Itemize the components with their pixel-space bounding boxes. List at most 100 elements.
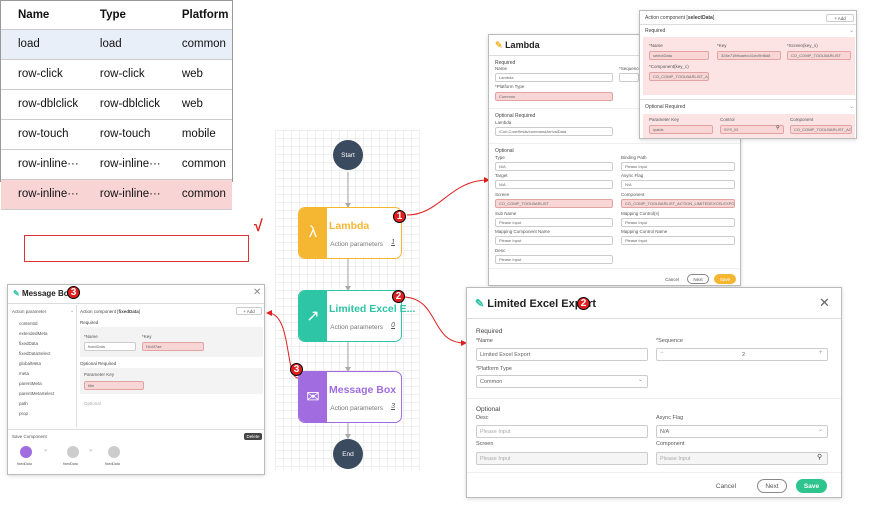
label: *Screen(key_s) (787, 43, 818, 48)
sidebar-item[interactable]: contentId (19, 321, 38, 326)
name-input[interactable]: selectData (649, 51, 709, 60)
platform-select[interactable]: Common (476, 375, 648, 388)
select-data-dialog: Action component [selectData] + Add Requ… (639, 10, 857, 139)
label: Component (621, 192, 645, 197)
save-component-label: Save Component (12, 434, 47, 439)
chevron-down-icon[interactable]: ⌄ (849, 27, 854, 34)
node-param-count[interactable]: 1 (391, 239, 395, 246)
binding-path-input[interactable]: Please Input (621, 162, 735, 171)
sidebar-item[interactable]: extendedMeta (19, 331, 48, 336)
chevron-down-icon[interactable]: ⌄ (818, 426, 823, 433)
label: *Component(key_c) (649, 64, 689, 69)
badge-3-inline: 3 (67, 286, 80, 299)
column-header: Control (720, 117, 735, 122)
close-icon[interactable]: ✕ (819, 295, 830, 311)
end-node[interactable]: End (333, 439, 363, 469)
badge-1: 1 (393, 210, 406, 223)
node-title: Limited Excel E... (329, 303, 416, 315)
sequence-input[interactable] (619, 73, 639, 82)
node-param-count[interactable]: 0 (391, 322, 395, 329)
label: Target (495, 173, 508, 178)
mapping-component-name-input[interactable]: Please Input (495, 236, 613, 245)
label: Desc (495, 248, 506, 253)
save-button[interactable]: Save (714, 274, 736, 284)
component-input[interactable]: Please Input (656, 452, 828, 465)
cancel-button[interactable]: Cancel (711, 479, 741, 493)
sidebar-item[interactable]: parentMeta (19, 381, 42, 386)
mapping-control-name-input[interactable]: Please Input (621, 236, 735, 245)
start-node[interactable]: Start (333, 140, 363, 170)
label: Async Flag (621, 173, 644, 178)
excel-node[interactable]: ↗ Limited Excel E... Action parameters 0 (298, 290, 415, 342)
component-input[interactable]: CO_COMP_TOOLBARLIST_ACTION_LIMITEDEXCELE… (621, 199, 735, 208)
close-icon[interactable]: ✕ (253, 287, 261, 298)
name-input[interactable]: Limited Excel Export (476, 348, 648, 361)
screen-input[interactable]: CO_COMP_TOOLBARLIST (495, 199, 613, 208)
node-params-label: Action parameters (330, 324, 383, 331)
screen-key-input[interactable]: CO_COMP_TOOLBARLIST (787, 51, 851, 60)
message-node[interactable]: ✉ Message Box Action parameters 3 (298, 371, 402, 423)
target-select[interactable]: N/A (495, 180, 613, 189)
chip-label: fixedData (105, 462, 120, 466)
cancel-button[interactable]: Cancel (661, 274, 683, 284)
parameter-key-input[interactable]: ipaids (649, 125, 713, 134)
async-flag-select[interactable]: N/A (656, 425, 828, 438)
label: Lambda (495, 120, 512, 125)
subname-input[interactable]: Please Input (495, 218, 613, 227)
lambda-node[interactable]: λ Lambda Action parameters 1 (298, 207, 402, 259)
delete-button[interactable]: Delete (244, 433, 262, 440)
column-header: Component (790, 117, 814, 122)
sidebar-item[interactable]: prop (19, 411, 28, 416)
section-optional-required: Optional Required (645, 104, 686, 110)
component-chip[interactable] (67, 446, 79, 458)
search-icon[interactable]: ⚲ (817, 453, 822, 461)
component-chip-active[interactable] (20, 446, 32, 458)
add-button[interactable]: + Add (236, 307, 262, 315)
mapping-controls-input[interactable]: Please Input (621, 218, 735, 227)
control-input[interactable]: SYS_ID (720, 125, 784, 134)
plus-icon[interactable]: + (819, 350, 823, 356)
key-input[interactable]: 326e71fbfcaebc41ec9bf6d8 (717, 51, 781, 60)
desc-input[interactable]: Please Input (476, 425, 648, 438)
sidebar-item[interactable]: parentMetaSelect (19, 391, 54, 396)
sidebar-item[interactable]: globalMeta (19, 361, 41, 366)
chevron-down-icon[interactable]: ⌄ (849, 103, 854, 110)
export-icon: ↗ (299, 291, 327, 341)
desc-input[interactable]: Please Input (495, 255, 613, 264)
sidebar-item[interactable]: fixedData (19, 341, 38, 346)
chip-label: fixedData (17, 462, 32, 466)
sidebar-item[interactable]: path (19, 401, 28, 406)
label: Mapping Component Name (495, 229, 551, 234)
async-flag-select[interactable]: N/A (621, 180, 735, 189)
chevron-right-icon: » (44, 448, 48, 454)
chevron-down-icon[interactable]: ⌄ (638, 376, 643, 383)
next-button[interactable]: Next (687, 274, 709, 284)
label: *Key (717, 43, 727, 48)
node-param-count[interactable]: 3 (391, 403, 395, 410)
parameter-key-input[interactable]: title (84, 381, 144, 390)
label: Mapping Control(s) (621, 211, 660, 216)
screen-input[interactable]: Please Input (476, 452, 648, 465)
platform-select[interactable]: Common (495, 92, 613, 101)
key-input[interactable]: f1b4f7ae (142, 342, 204, 351)
lambda-input[interactable]: /Cub.Core/fields/commandArrivalData (495, 127, 613, 136)
section-optional-required: Optional Required (80, 361, 117, 366)
name-input[interactable]: Lambda (495, 73, 613, 82)
sidebar-item[interactable]: fixedDataSelect (19, 351, 51, 356)
lambda-icon: λ (299, 208, 327, 258)
next-button[interactable]: Next (757, 479, 787, 493)
add-button[interactable]: + Add (826, 14, 854, 22)
type-select[interactable]: N/A (495, 162, 613, 171)
label: Type (495, 155, 505, 160)
name-input[interactable]: fixedData (84, 342, 136, 351)
component-chip[interactable] (108, 446, 120, 458)
minus-icon[interactable]: − (660, 350, 664, 356)
component-input[interactable]: CO_COMP_TOOLBARLIST_AC (790, 125, 852, 134)
edit-icon: ✎ (495, 40, 503, 50)
chevron-down-icon[interactable]: ⌄ (70, 308, 74, 314)
save-button[interactable]: Save (796, 479, 827, 493)
sidebar-item[interactable]: meta (19, 371, 29, 376)
sequence-stepper[interactable]: 2 (656, 348, 828, 361)
component-key-input[interactable]: CO_COMP_TOOLBARLIST_ACT (649, 72, 709, 81)
search-icon[interactable]: ⚲ (776, 125, 780, 131)
